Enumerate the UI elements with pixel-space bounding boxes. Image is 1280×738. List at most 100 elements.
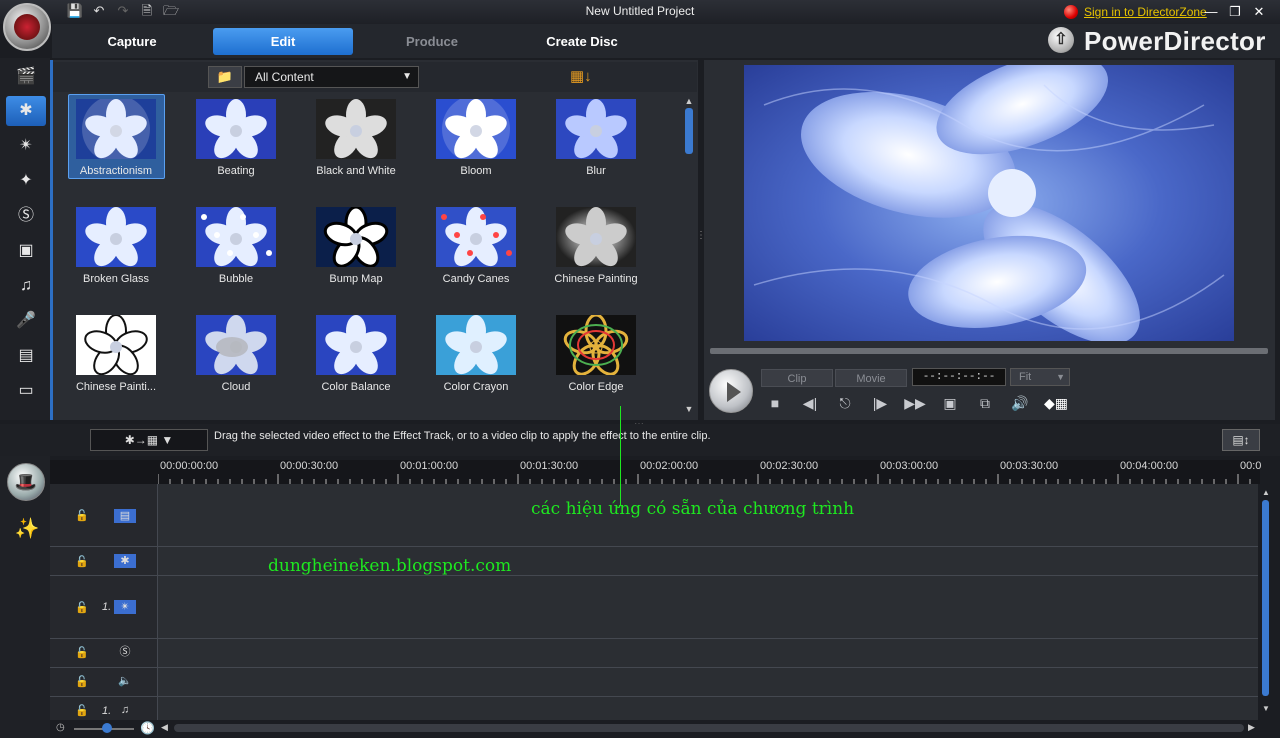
effect-item[interactable]: Color Crayon (428, 311, 524, 407)
effect-room-icon[interactable]: ✱ (6, 96, 46, 126)
brand-title: PowerDirector (1084, 26, 1266, 56)
minimize-button[interactable]: — (1202, 4, 1220, 20)
effect-item[interactable]: Color Edge (548, 311, 644, 407)
effect-item[interactable]: Chinese Painting (548, 203, 644, 299)
tab-edit[interactable]: Edit (213, 28, 353, 55)
next-frame-icon[interactable]: |▶ (869, 392, 891, 414)
lock-icon[interactable]: 🔓 (74, 555, 90, 569)
app-logo-icon[interactable] (3, 3, 51, 51)
track-divider (50, 696, 1258, 697)
movie-mode-button[interactable]: Movie (835, 369, 907, 387)
restore-button[interactable]: ❐ (1226, 4, 1244, 20)
track-area[interactable] (158, 484, 1258, 720)
timecode-field[interactable]: --:--:--:-- (912, 368, 1006, 386)
stop-icon[interactable]: ■ (764, 392, 786, 414)
ruler-time-label: 00:04:00:00 (1120, 460, 1179, 472)
zoom-in-icon[interactable]: 🕓 (140, 721, 155, 735)
lock-icon[interactable]: 🔓 (74, 646, 90, 660)
particle-room-icon[interactable]: ✦ (6, 166, 46, 196)
volume-icon[interactable]: 🔊 (1009, 392, 1031, 414)
preview-timebar[interactable] (710, 348, 1268, 354)
transition-room-icon[interactable]: ▣ (6, 236, 46, 266)
effect-item[interactable]: Bloom (428, 95, 524, 191)
fast-forward-icon[interactable]: ▶▶ (904, 392, 926, 414)
preview-image (744, 65, 1234, 341)
save-icon[interactable]: 💾 (66, 3, 84, 19)
effect-item[interactable]: Broken Glass (68, 203, 164, 299)
signin-link[interactable]: Sign in to DirectorZone (1084, 5, 1207, 19)
tab-create-disc[interactable]: Create Disc (536, 28, 628, 55)
zoom-out-icon[interactable]: ◷ (56, 722, 65, 733)
scroll-right-icon[interactable]: ▶ (1248, 722, 1255, 733)
undock-preview-icon[interactable]: ⧉ (974, 392, 996, 414)
upload-arrow-icon[interactable]: ⇧ (1048, 27, 1074, 53)
magic-movie-wizard-icon[interactable]: 🎩 (7, 463, 45, 501)
media-room-icon[interactable]: 🎬 (6, 62, 46, 92)
lock-icon[interactable]: 🔓 (74, 675, 90, 689)
effect-thumbnail (76, 315, 156, 375)
ruler-time-label: 00:02:30:00 (760, 460, 819, 472)
effect-item[interactable]: Abstractionism (68, 95, 164, 191)
sort-view-icon[interactable]: ▦↓ (570, 67, 600, 87)
effect-thumbnail (556, 315, 636, 375)
title-room-icon[interactable]: Ⓢ (6, 201, 46, 231)
effect-item[interactable]: Beating (188, 95, 284, 191)
zoom-fit-select[interactable]: Fit ▼ (1010, 368, 1070, 386)
chapter-room-icon[interactable]: ▤ (6, 341, 46, 371)
effect-label: Candy Canes (442, 273, 510, 285)
effect-tools-button[interactable]: ✱→▦ ▼ (90, 429, 208, 451)
open-project-icon[interactable]: 🗁 (162, 3, 180, 19)
timeline-horizontal-scrollbar[interactable] (174, 724, 1244, 732)
effect-label: Broken Glass (82, 273, 150, 285)
effect-item[interactable]: Blur (548, 95, 644, 191)
effect-item[interactable]: Color Balance (308, 311, 404, 407)
clip-mode-button[interactable]: Clip (761, 369, 833, 387)
scroll-left-icon[interactable]: ◀ (161, 722, 168, 733)
library-scroll-thumb[interactable] (685, 108, 693, 154)
panel-resize-handle[interactable]: ⋮ (696, 230, 706, 241)
timeline-vertical-scroll-thumb[interactable] (1262, 500, 1269, 696)
effect-item[interactable]: Cloud (188, 311, 284, 407)
voiceover-room-icon[interactable]: 🎤 (6, 306, 46, 336)
tab-capture[interactable]: Capture (92, 28, 172, 55)
ruler-time-label: 00:00:30:00 (280, 460, 339, 472)
lock-icon[interactable]: 🔓 (74, 601, 90, 615)
pip-room-icon[interactable]: ✴ (6, 131, 46, 161)
previous-frame-icon[interactable]: ◀| (799, 392, 821, 414)
split-icon[interactable]: ⎋ (834, 392, 856, 414)
snapshot-icon[interactable]: ▣ (939, 392, 961, 414)
folder-settings-icon[interactable]: 📁 (208, 66, 242, 88)
effect-label: Color Balance (321, 381, 391, 393)
lock-icon[interactable]: 🔓 (74, 704, 90, 718)
lock-icon[interactable]: 🔓 (74, 509, 90, 523)
ruler-ticks (158, 474, 1251, 484)
effect-label: Chinese Painti... (75, 381, 157, 393)
ruler-time-label: 00:02:00:00 (640, 460, 699, 472)
content-filter-select[interactable]: All Content ▼ (244, 66, 419, 88)
effect-thumbnail (76, 207, 156, 267)
redo-icon[interactable]: ↷ (114, 3, 132, 19)
subtitle-room-icon[interactable]: ▭ (6, 376, 46, 406)
effect-item[interactable]: Candy Canes (428, 203, 524, 299)
effect-item[interactable]: Bubble (188, 203, 284, 299)
audio-mixing-room-icon[interactable]: ♫ (6, 271, 46, 301)
effect-item[interactable]: Chinese Painti... (68, 311, 164, 407)
pip-track-icon: ✴ (114, 600, 136, 614)
ruler-time-label: 00:0 (1240, 460, 1262, 472)
settings-grid-icon[interactable]: ◆▦ (1044, 392, 1068, 414)
tab-produce[interactable]: Produce (392, 28, 472, 55)
close-button[interactable]: ✕ (1250, 4, 1268, 20)
effect-item[interactable]: Bump Map (308, 203, 404, 299)
timeline-view-toggle-icon[interactable]: ▤↕ (1222, 429, 1260, 451)
effect-item[interactable]: Black and White (308, 95, 404, 191)
track-divider (50, 546, 1258, 547)
track-divider (50, 638, 1258, 639)
undo-icon[interactable]: ↶ (90, 3, 108, 19)
ruler-time-label: 00:01:30:00 (520, 460, 579, 472)
zoom-slider-knob[interactable] (102, 723, 112, 733)
new-project-icon[interactable]: 🗎 (138, 3, 156, 19)
play-button[interactable] (709, 369, 753, 413)
effect-thumbnail (316, 99, 396, 159)
effect-thumbnail (76, 99, 156, 159)
magic-tools-icon[interactable]: ✨ (12, 514, 42, 544)
